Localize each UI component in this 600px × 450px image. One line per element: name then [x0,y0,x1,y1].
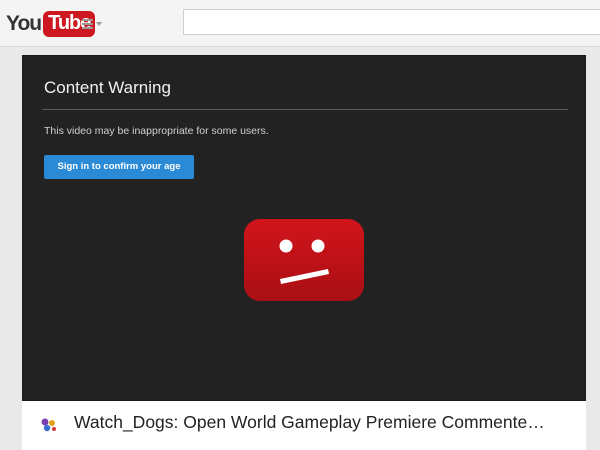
guide-menu-button[interactable] [82,17,104,31]
video-player[interactable]: Content Warning This video may be inappr… [22,55,586,401]
logo-you-text: You [6,11,42,35]
masthead: You Tube [0,0,600,47]
channel-logo-icon[interactable] [40,417,58,433]
search-input[interactable] [183,9,600,35]
sign-in-confirm-age-button[interactable]: Sign in to confirm your age [44,155,194,179]
divider [42,109,568,110]
chevron-down-icon [96,22,102,26]
video-title[interactable]: Watch_Dogs: Open World Gameplay Premiere… [74,412,574,433]
video-title-bar: Watch_Dogs: Open World Gameplay Premiere… [22,401,586,450]
hamburger-icon [82,19,93,29]
content-warning-message: This video may be inappropriate for some… [44,125,269,137]
sad-youtube-face-icon [244,219,364,301]
content-warning-title: Content Warning [44,78,171,97]
